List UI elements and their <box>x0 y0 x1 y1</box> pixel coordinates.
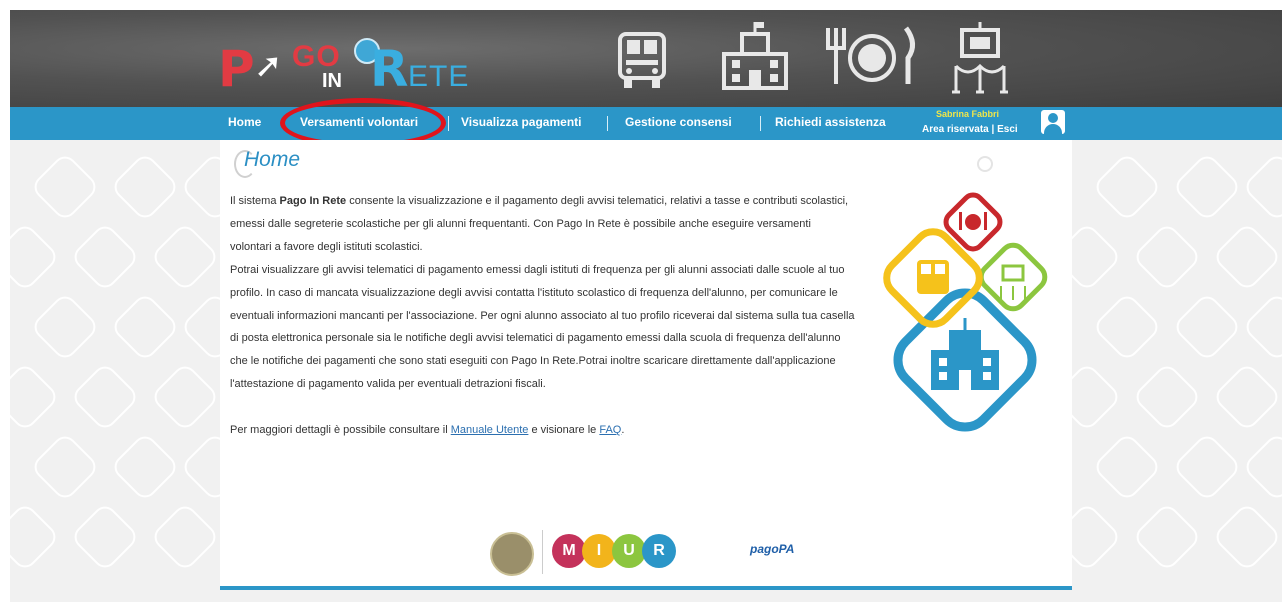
museum-trip-icon <box>952 22 1008 94</box>
logo-ete: ETE <box>408 60 470 93</box>
main-nav: Home Versamenti volontari Visualizza pag… <box>10 107 1282 140</box>
page-title: Home <box>244 148 301 171</box>
cursor-arrow-icon: ➚ <box>254 47 283 85</box>
miur-letter-u: U <box>612 534 646 568</box>
italian-republic-emblem-icon <box>490 532 534 576</box>
nav-gestione-consensi[interactable]: Gestione consensi <box>625 107 732 140</box>
footer-divider <box>220 586 1072 590</box>
right-background-pattern <box>1072 140 1282 602</box>
school-building-icon <box>722 22 788 90</box>
intro-text: Il sistema Pago In Rete consente la visu… <box>230 190 855 396</box>
logo-in: IN <box>322 70 342 92</box>
header-banner: P ➚ GO IN R ETE <box>10 10 1282 107</box>
services-illustration <box>883 156 1048 432</box>
meal-icon <box>826 26 915 84</box>
info-paragraph: Potrai visualizzare gli avvisi telematic… <box>230 263 855 391</box>
miur-letter-r: R <box>642 534 676 568</box>
pago-in-rete-logo[interactable]: P ➚ GO IN R ETE <box>218 36 478 98</box>
nav-richiedi-assistenza[interactable]: Richiedi assistenza <box>775 107 886 140</box>
user-links-separator: | <box>991 124 995 135</box>
left-background-pattern <box>10 140 251 602</box>
nav-separator <box>448 116 449 131</box>
manuale-utente-link[interactable]: Manuale Utente <box>451 424 529 436</box>
user-avatar-icon[interactable] <box>1041 110 1065 134</box>
page-frame: P ➚ GO IN R ETE Home Versamenti volontar… <box>10 10 1282 602</box>
miur-letter-i: I <box>582 534 616 568</box>
logo-letter-r: R <box>370 40 409 98</box>
nav-separator <box>760 116 761 131</box>
user-name: Sabrina Fabbri <box>936 109 1000 119</box>
pagopa-logo: pagoPA <box>750 542 795 556</box>
logo-divider <box>542 530 543 574</box>
main-content: Home Il sistema Pago In Rete consente la… <box>220 140 1072 590</box>
logo-go: GO <box>292 40 341 73</box>
school-bus-icon <box>618 32 666 88</box>
footer-logos: M I U R pagoPA <box>490 530 850 576</box>
nav-versamenti-volontari[interactable]: Versamenti volontari <box>300 107 418 140</box>
more-info-text: Per maggiori dettagli è possibile consul… <box>230 424 625 436</box>
logout-link[interactable]: Esci <box>997 124 1018 135</box>
area-riservata-link[interactable]: Area riservata <box>922 124 989 135</box>
user-links: Area riservata | Esci <box>922 124 1018 135</box>
faq-link[interactable]: FAQ <box>599 424 621 436</box>
logo-letter-p: P <box>218 40 255 98</box>
nav-separator <box>607 116 608 131</box>
miur-letter-m: M <box>552 534 586 568</box>
intro-paragraph: Il sistema Pago In Rete consente la visu… <box>230 195 849 253</box>
nav-visualizza-pagamenti[interactable]: Visualizza pagamenti <box>461 107 582 140</box>
brand-name: Pago In Rete <box>279 195 347 207</box>
nav-home[interactable]: Home <box>228 107 261 140</box>
